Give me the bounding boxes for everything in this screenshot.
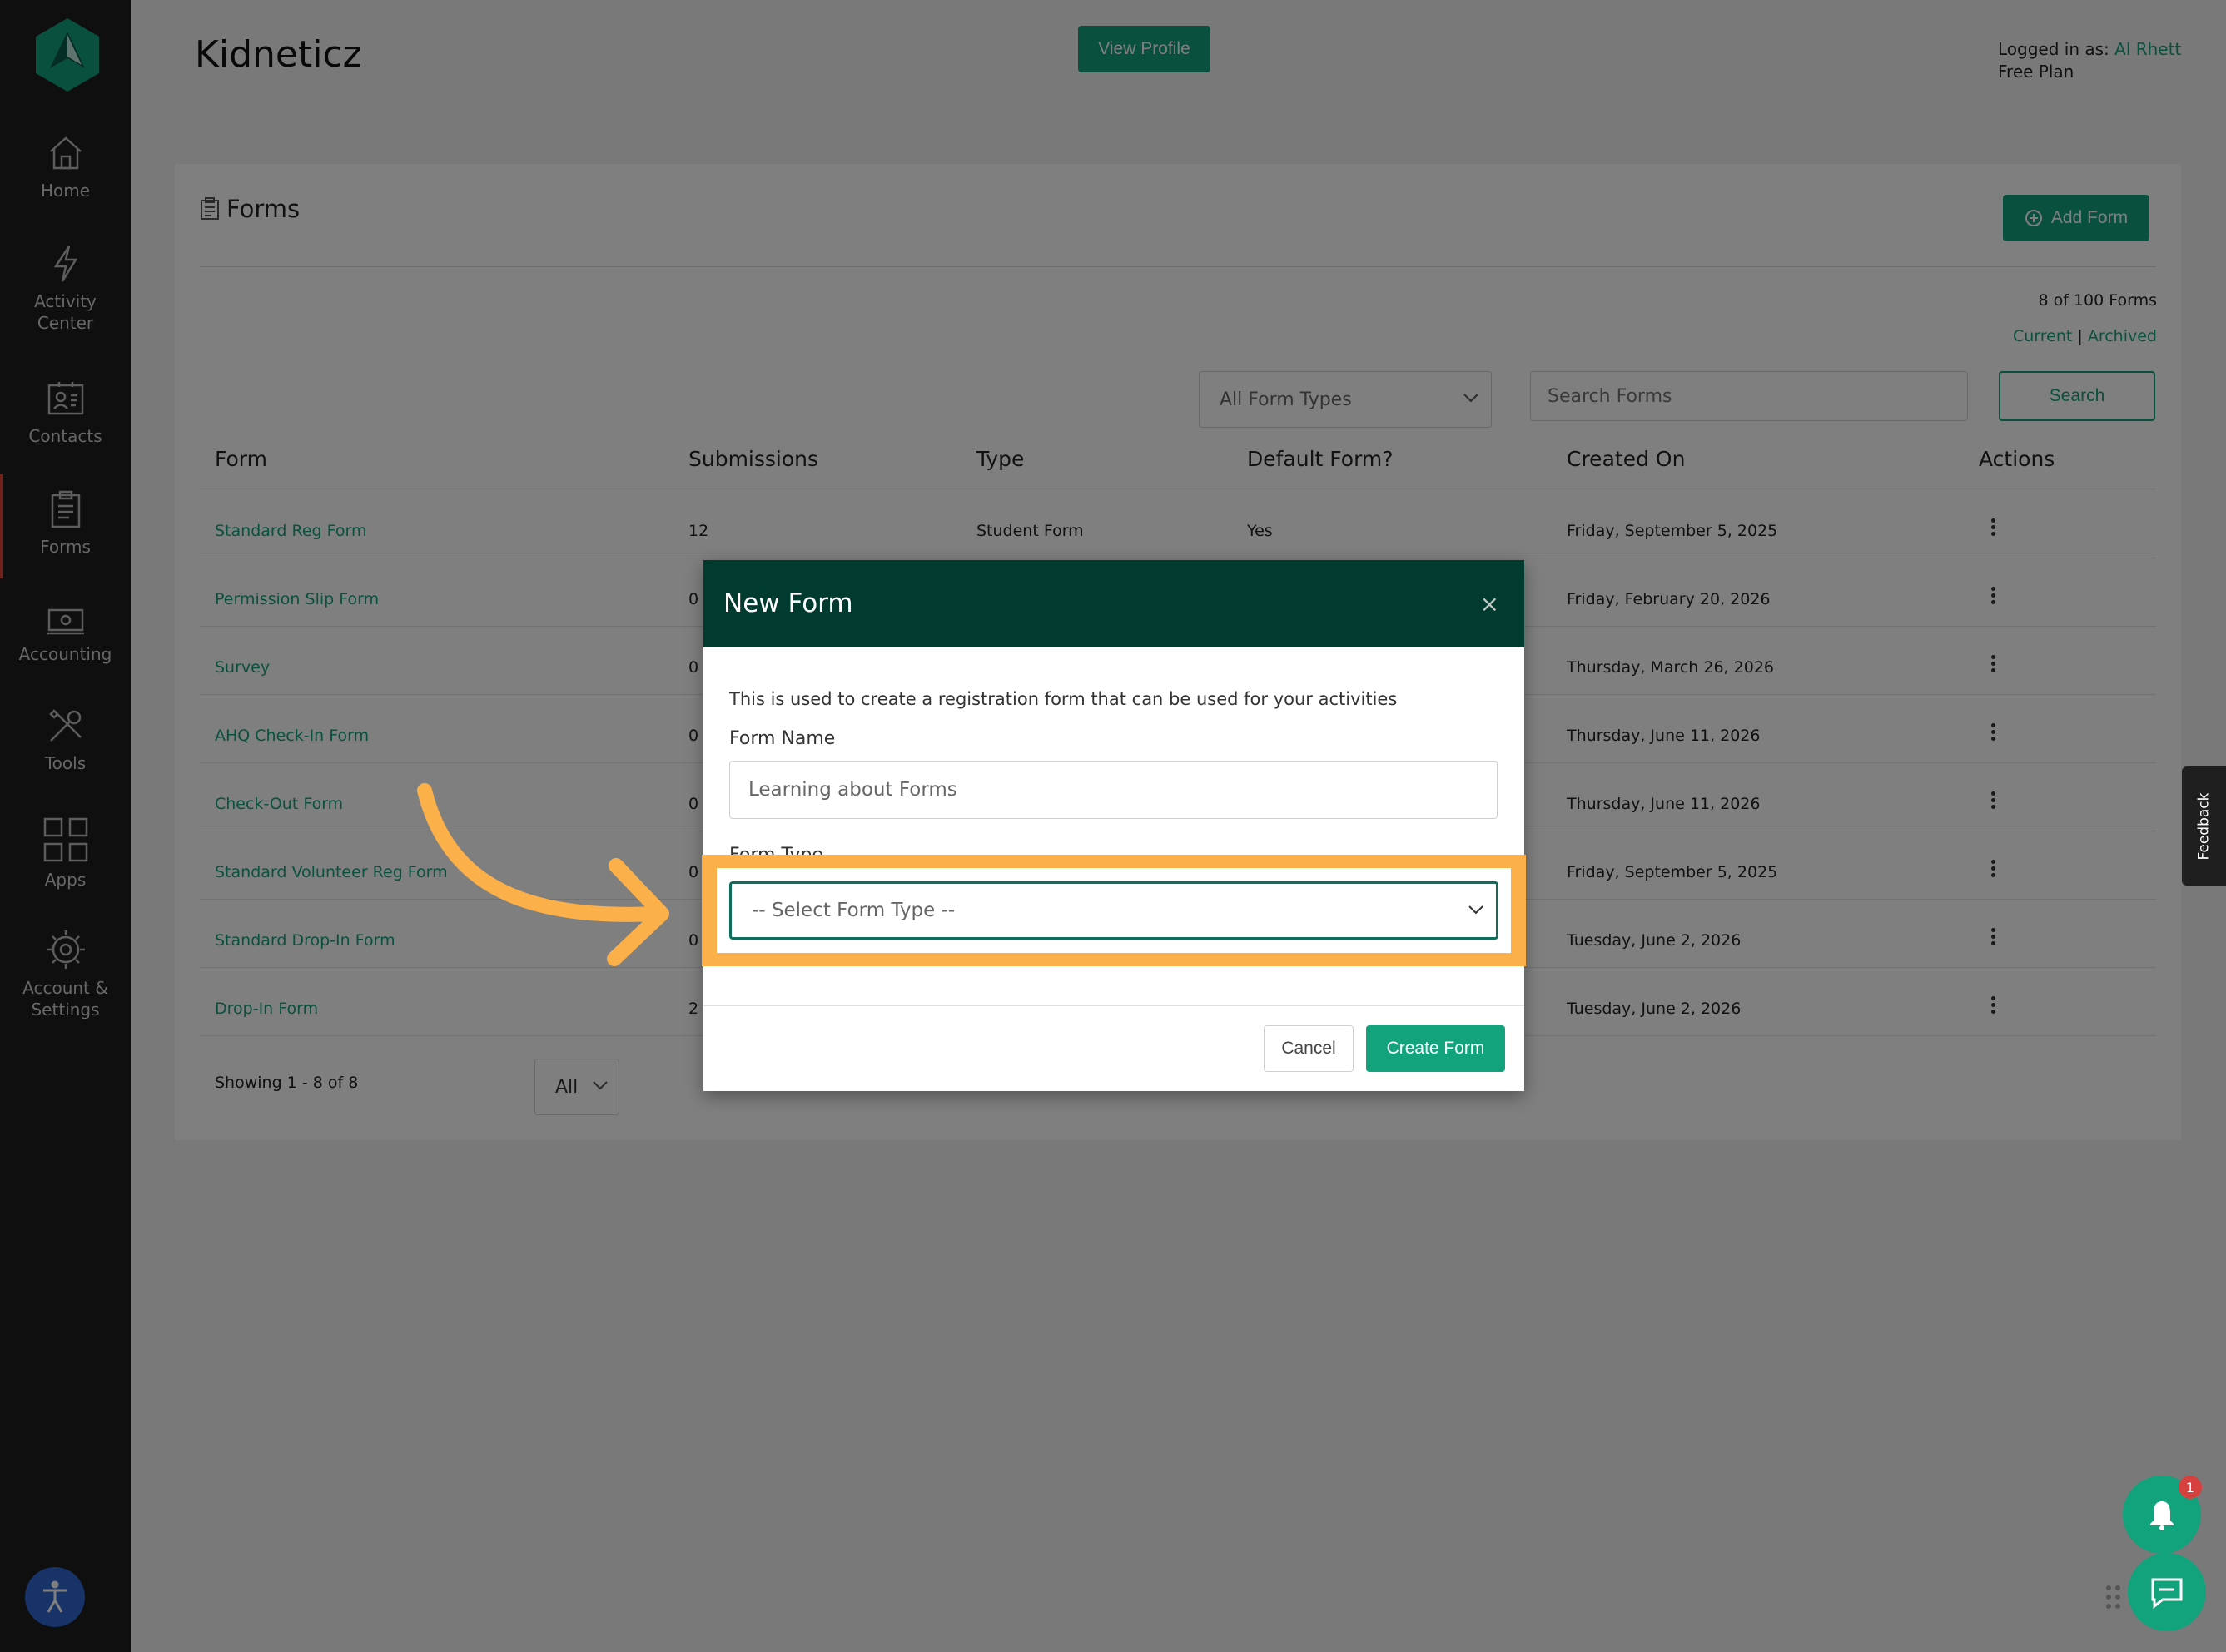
feedback-label: Feedback xyxy=(2195,792,2213,860)
cancel-button[interactable]: Cancel xyxy=(1264,1025,1354,1072)
modal-title: New Form xyxy=(723,588,853,618)
pointer-arrow-icon xyxy=(417,783,669,966)
form-name-label: Form Name xyxy=(729,728,836,749)
bell-icon xyxy=(2150,1501,2174,1530)
form-type-select[interactable]: -- Select Form Type -- xyxy=(729,881,1498,940)
feedback-tab[interactable]: Feedback xyxy=(2182,766,2226,886)
create-form-button[interactable]: Create Form xyxy=(1366,1025,1505,1072)
form-name-field[interactable] xyxy=(729,761,1498,819)
chat-button[interactable] xyxy=(2128,1553,2206,1631)
chevron-down-icon xyxy=(1468,905,1483,915)
modal-footer-divider xyxy=(703,1005,1524,1006)
form-type-select-value: -- Select Form Type -- xyxy=(752,900,956,921)
modal-header: New Form × xyxy=(703,560,1524,647)
modal-description: This is used to create a registration fo… xyxy=(729,689,1398,709)
close-icon[interactable]: × xyxy=(1480,590,1499,618)
notification-badge: 1 xyxy=(2179,1476,2202,1499)
drag-handle-icon[interactable] xyxy=(2106,1585,2121,1610)
new-form-modal: New Form × This is used to create a regi… xyxy=(703,560,1524,1091)
chat-icon xyxy=(2151,1578,2183,1610)
